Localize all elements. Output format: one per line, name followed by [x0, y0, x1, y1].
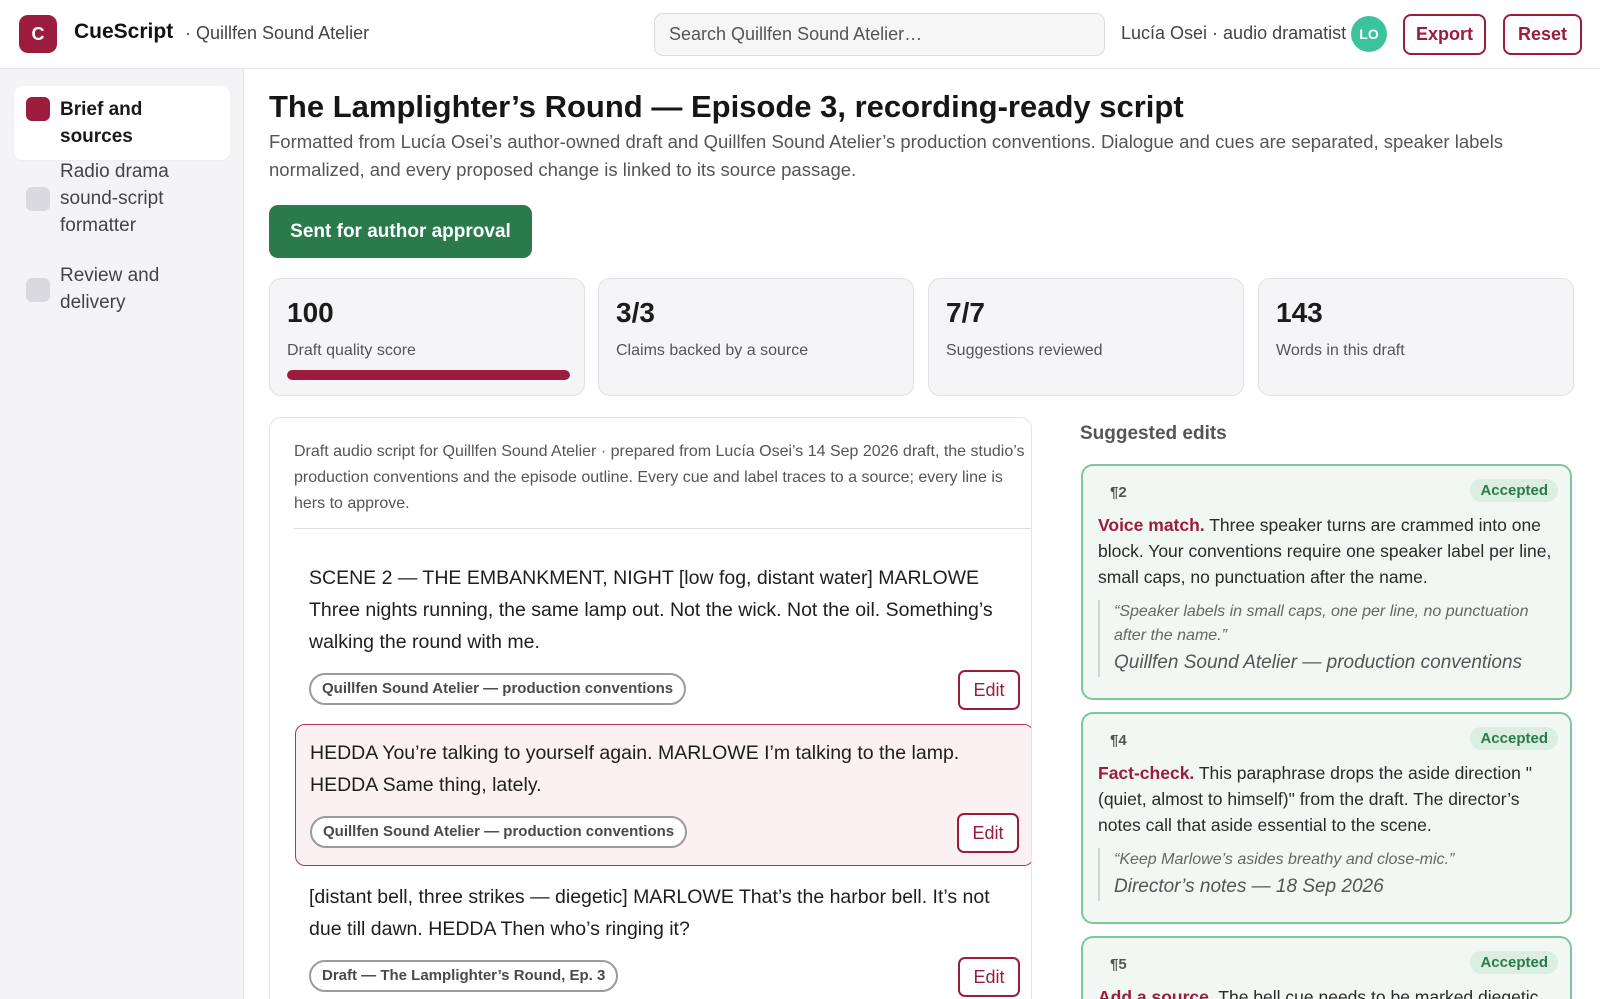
- paragraph-footer: Quillfen Sound Atelier — production conv…: [310, 813, 1019, 853]
- workspace-name: · Quillfen Sound Atelier: [185, 23, 370, 43]
- quote-source: Quillfen Sound Atelier — production conv…: [1114, 652, 1523, 673]
- edit-button[interactable]: Edit: [958, 670, 1020, 710]
- author-approval-status-button[interactable]: Sent for author approval: [269, 205, 532, 258]
- stat-value: 100: [287, 297, 334, 328]
- suggestion-text: The bell cue needs to be marked diegetic: [1213, 987, 1539, 999]
- app-logo[interactable]: C: [19, 15, 57, 53]
- suggestion-card[interactable]: ¶4 Accepted Fact-check. This paraphrase …: [1081, 712, 1572, 924]
- source-quote: “Speaker labels in small caps, one per l…: [1098, 600, 1555, 677]
- quote-text: “Speaker labels in small caps, one per l…: [1114, 603, 1529, 644]
- script-paragraph-selected: HEDDA You’re talking to yourself again. …: [295, 724, 1031, 866]
- script-intro: Draft audio script for Quillfen Sound At…: [294, 443, 1025, 512]
- page-title: The Lamplighter’s Round — Episode 3, rec…: [269, 89, 1184, 124]
- stat-value: 7/7: [946, 297, 985, 328]
- avatar[interactable]: LO: [1351, 16, 1387, 52]
- source-pill[interactable]: Quillfen Sound Atelier — production conv…: [309, 673, 687, 705]
- sidebar-item-label: Radio drama sound-script formatter: [60, 161, 169, 236]
- suggestion-kind: Add a source.: [1098, 987, 1214, 999]
- source-pill[interactable]: Quillfen Sound Atelier — production conv…: [310, 816, 688, 848]
- user-name: Lucía Osei · audio dramatist: [1121, 23, 1347, 43]
- export-button[interactable]: Export: [1403, 14, 1486, 55]
- sidebar-item-label: Brief and sources: [60, 99, 143, 147]
- search-input[interactable]: [654, 13, 1105, 56]
- stat-label: Suggestions reviewed: [946, 342, 1103, 359]
- stat-card-suggestions: 7/7 Suggestions reviewed: [928, 278, 1244, 396]
- step-marker-icon: [26, 187, 50, 211]
- paragraph-footer: Quillfen Sound Atelier — production conv…: [309, 670, 1020, 710]
- suggestion-kind: Voice match.: [1098, 515, 1205, 535]
- suggestions-heading: Suggested edits: [1080, 423, 1227, 444]
- edit-button[interactable]: Edit: [958, 957, 1020, 997]
- source-pill[interactable]: Draft — The Lamplighter’s Round, Ep. 3: [309, 960, 619, 992]
- step-marker-icon: [26, 277, 50, 302]
- script-paragraph: SCENE 2 — THE EMBANKMENT, NIGHT [low fog…: [295, 550, 1031, 722]
- sidebar-item-review-and-delivery[interactable]: Review and delivery: [14, 252, 230, 326]
- status-badge: Accepted: [1470, 951, 1558, 974]
- step-marker-icon: [26, 97, 50, 121]
- page-subtitle: Formatted from Lucía Osei’s author-owned…: [269, 131, 1504, 180]
- stat-card-quality: 100 Draft quality score: [269, 278, 585, 396]
- suggestion-body: Voice match. Three speaker turns are cra…: [1098, 512, 1555, 590]
- stat-value: 3/3: [616, 297, 655, 328]
- quality-progress-bar: [287, 370, 570, 380]
- sidebar-item-formatter[interactable]: Radio drama sound-script formatter: [14, 148, 230, 249]
- divider: [294, 528, 1031, 529]
- top-bar: C CueScript · Quillfen Sound Atelier Luc…: [0, 0, 1600, 69]
- edit-button[interactable]: Edit: [957, 813, 1019, 853]
- paragraph-footer: Draft — The Lamplighter’s Round, Ep. 3 E…: [309, 957, 1020, 997]
- stat-label: Draft quality score: [287, 342, 416, 359]
- paragraph-text: [distant bell, three strikes — diegetic]…: [309, 886, 990, 940]
- suggestion-card[interactable]: ¶2 Accepted Voice match. Three speaker t…: [1081, 464, 1572, 700]
- reset-button[interactable]: Reset: [1503, 14, 1582, 55]
- app-name: CueScript: [74, 20, 174, 43]
- quality-progress-fill: [287, 370, 570, 380]
- status-badge: Accepted: [1470, 479, 1558, 502]
- suggestion-body: Add a source. The bell cue needs to be m…: [1098, 984, 1555, 999]
- quote-text: “Keep Marlowe’s asides breathy and close…: [1114, 851, 1455, 868]
- paragraph-text: HEDDA You’re talking to yourself again. …: [310, 742, 960, 796]
- stat-card-claims: 3/3 Claims backed by a source: [598, 278, 914, 396]
- paragraph-text: SCENE 2 — THE EMBANKMENT, NIGHT [low fog…: [309, 567, 993, 653]
- script-panel: Draft audio script for Quillfen Sound At…: [269, 417, 1032, 999]
- suggestion-card[interactable]: ¶5 Accepted Add a source. The bell cue n…: [1081, 936, 1572, 999]
- suggestion-kind: Fact-check.: [1098, 763, 1195, 783]
- stat-value: 143: [1276, 297, 1323, 328]
- sidebar-item-label: Review and delivery: [60, 265, 160, 313]
- quote-source: Director’s notes — 18 Sep 2026: [1114, 876, 1384, 897]
- stat-label: Claims backed by a source: [616, 342, 809, 359]
- script-paragraph: [distant bell, three strikes — diegetic]…: [295, 869, 1031, 999]
- sidebar: Brief and sources Radio drama sound-scri…: [0, 69, 244, 999]
- suggestion-body: Fact-check. This paraphrase drops the as…: [1098, 760, 1555, 838]
- stat-card-words: 143 Words in this draft: [1258, 278, 1574, 396]
- stat-label: Words in this draft: [1276, 342, 1405, 359]
- source-quote: “Keep Marlowe’s asides breathy and close…: [1098, 848, 1555, 901]
- status-badge: Accepted: [1470, 727, 1558, 750]
